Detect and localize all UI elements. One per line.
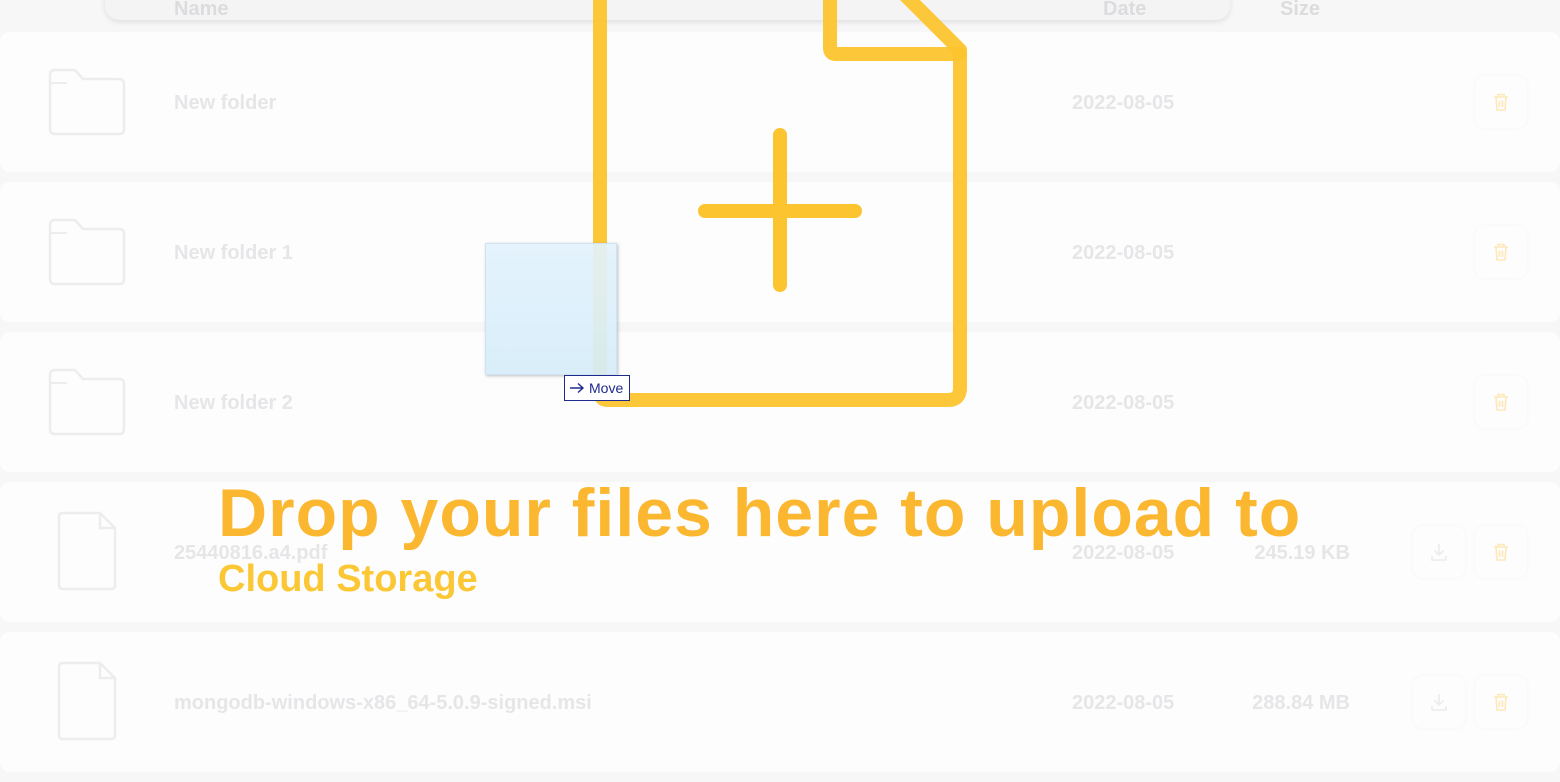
delete-button[interactable] — [1475, 526, 1527, 578]
folder-icon — [47, 367, 127, 437]
trash-icon — [1494, 93, 1508, 111]
file-date: 2022-08-05 — [1072, 542, 1175, 564]
file-name[interactable]: mongodb-windows-x86_64-5.0.9-signed.msi — [174, 692, 592, 715]
delete-button[interactable] — [1475, 376, 1527, 428]
folder-icon — [47, 217, 127, 287]
file-row[interactable]: 25440816.a4.pdf 2022-08-05 245.19 KB — [0, 482, 1560, 622]
file-row[interactable]: mongodb-windows-x86_64-5.0.9-signed.msi … — [0, 632, 1560, 772]
file-name[interactable]: New folder — [174, 92, 276, 115]
file-date: 2022-08-05 — [1072, 392, 1175, 414]
toolbar-bar — [105, 0, 1230, 20]
folder-icon — [47, 67, 127, 137]
drag-move-tooltip: Move — [564, 375, 631, 401]
column-header-name[interactable]: Name — [174, 0, 228, 21]
file-size: 288.84 MB — [1252, 692, 1350, 714]
delete-button[interactable] — [1475, 676, 1527, 728]
delete-button[interactable] — [1475, 226, 1527, 278]
file-row[interactable]: New folder 2022-08-05 — [0, 32, 1560, 172]
trash-icon — [1494, 393, 1508, 411]
trash-icon — [1494, 543, 1508, 561]
column-header-date[interactable]: Date — [1103, 0, 1146, 21]
download-button[interactable] — [1413, 676, 1465, 728]
column-header-size[interactable]: Size — [1280, 0, 1320, 21]
file-row[interactable]: New folder 2 2022-08-05 — [0, 332, 1560, 472]
file-name[interactable]: 25440816.a4.pdf — [174, 542, 327, 565]
download-icon — [1431, 544, 1447, 561]
file-name[interactable]: New folder 1 — [174, 242, 293, 265]
file-size: 245.19 KB — [1254, 542, 1350, 564]
drag-preview — [485, 243, 617, 375]
delete-button[interactable] — [1475, 76, 1527, 128]
trash-icon — [1494, 243, 1508, 261]
file-list: New folder 2022-08-05 New folder 1 2022-… — [0, 32, 1560, 782]
file-date: 2022-08-05 — [1072, 92, 1175, 114]
file-date: 2022-08-05 — [1072, 692, 1175, 714]
file-icon — [56, 660, 118, 742]
download-button[interactable] — [1413, 526, 1465, 578]
file-icon — [56, 510, 118, 592]
arrow-right-icon — [570, 382, 585, 394]
drag-move-label: Move — [589, 380, 624, 396]
file-row[interactable]: New folder 1 2022-08-05 — [0, 182, 1560, 322]
download-icon — [1431, 694, 1447, 711]
file-date: 2022-08-05 — [1072, 242, 1175, 264]
trash-icon — [1494, 693, 1508, 711]
file-name[interactable]: New folder 2 — [174, 392, 293, 415]
